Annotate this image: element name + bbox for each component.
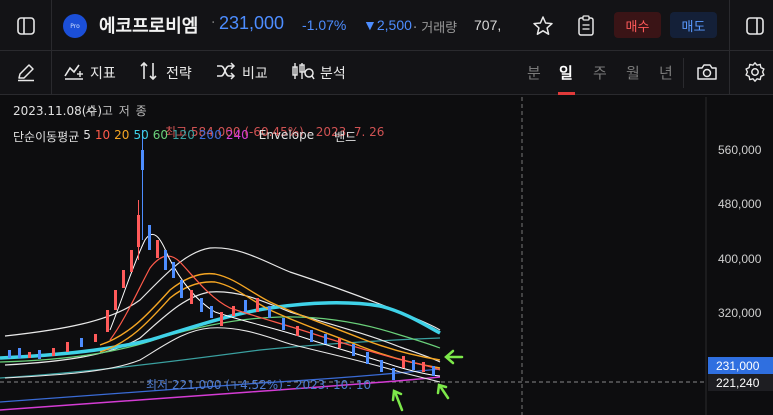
ma-50: 50 (133, 128, 149, 142)
y-tick-320000: 320,000 (718, 306, 762, 320)
current-price-tag: 231,000 (708, 357, 773, 374)
y-tick-400000: 400,000 (718, 252, 762, 266)
ma-240: 240 (225, 128, 249, 142)
crosshair-price-tag: 221,240 (708, 374, 773, 391)
low-price-note: 최저 221,000 (+4.52%) - 2023. 10. 10 (146, 378, 372, 392)
ma-legend[interactable]: 단순이동평균 5 10 20 50 60 120 200 240 Envelop… (13, 128, 356, 145)
band-label: 밴드 (334, 130, 357, 144)
ma20-line-lower (99, 281, 441, 369)
y-tick-480000: 480,000 (718, 197, 762, 211)
ma-20: 20 (114, 128, 130, 142)
ma-120: 120 (172, 128, 195, 142)
ma-legend-title: 단순이동평균 (13, 130, 80, 144)
ma-200: 200 (198, 128, 222, 142)
ohlc-labels: 시 고 저 종 (85, 104, 148, 118)
ma-5: 5 (83, 128, 91, 142)
ma-10: 10 (94, 128, 111, 142)
ma5-line (109, 234, 441, 377)
ma-60: 60 (152, 128, 169, 142)
envelope-label: Envelope (258, 128, 315, 142)
y-tick-560000: 560,000 (718, 143, 762, 157)
price-chart[interactable] (0, 0, 773, 415)
